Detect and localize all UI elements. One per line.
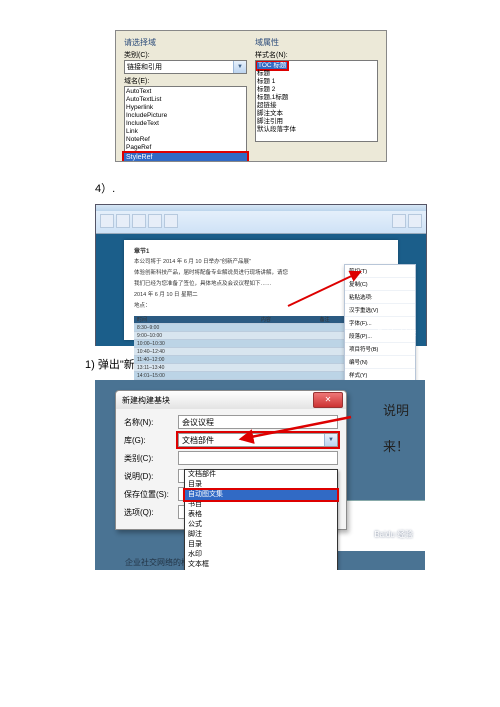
category-label: 类别(C): [124,50,247,60]
category-combo[interactable] [178,451,338,465]
right-panel: 域属性 样式名(N): TOC 标题 标题 标题 1 标题 2 标题,1标题 超… [255,37,378,162]
dropdown-item[interactable]: 表格 [185,510,337,520]
dropdown-item-selected[interactable]: 自动图文集 [185,490,337,500]
menu-item[interactable]: 项目符号(B) [345,343,415,356]
options-label: 选项(Q): [124,507,178,518]
menu-item[interactable]: 剪切(T) [345,265,415,278]
ribbon-icon[interactable] [148,214,162,228]
desc-label: 说明(D): [124,471,178,482]
doc-heading: 章节1 [134,246,388,255]
stylename-label: 样式名(N): [255,50,378,60]
left-panel-title: 请选择域 [124,37,247,48]
schedule-table: 时间内容备注 8:30–9:00 9:00–10:00 10:00–10:30 … [134,316,375,380]
savein-label: 保存位置(S): [124,489,178,500]
side-text-1: 说明 [383,400,423,419]
gallery-combo[interactable]: 文档部件 ▼ [178,433,338,447]
watermark: Baidu 经验 [374,529,413,540]
fieldname-list[interactable]: AutoText AutoTextList Hyperlink IncludeP… [124,86,247,154]
context-menu[interactable]: 剪切(T) 复制(C) 粘贴选项: 汉字重选(V) 字体(F)... 段落(P)… [344,264,416,383]
ribbon-icon[interactable] [116,214,130,228]
gallery-dropdown-list[interactable]: 文档部件 目录 自动图文集 书目 表格 公式 脚注 目录 水印 文本框 页脚（边… [184,469,338,570]
gallery-label: 库(G): [124,435,178,446]
ribbon-icon[interactable] [132,214,146,228]
close-icon[interactable]: ✕ [313,392,343,408]
dropdown-item[interactable]: 文本框 [185,560,337,570]
menu-item[interactable]: 汉字重选(V) [345,304,415,317]
dropdown-item[interactable]: 公式 [185,520,337,530]
menu-item[interactable]: 粘贴选项: [345,291,415,304]
dropdown-item[interactable]: 水印 [185,550,337,560]
ribbon-icon[interactable] [100,214,114,228]
ribbon-icon[interactable] [392,214,406,228]
style-selected[interactable]: TOC 标题 [257,62,287,69]
dropdown-item[interactable]: 目录 [185,540,337,550]
chevron-down-icon[interactable]: ▼ [324,434,337,446]
category-label: 类别(C): [124,453,178,464]
dropdown-item[interactable]: 书目 [185,500,337,510]
dialog-title: 新建构建基块 [122,395,170,406]
dropdown-item[interactable]: 脚注 [185,530,337,540]
right-panel-title: 域属性 [255,37,378,48]
watermark: Baidu 经验 [377,327,416,338]
fieldname-selected[interactable]: StyleRef [124,153,247,162]
category-combo[interactable]: 链接和引用 [124,60,247,74]
stylename-list[interactable]: TOC 标题 标题 标题 1 标题 2 标题,1标题 超链接 脚注文本 脚注引用… [255,60,378,142]
word-window: 章节1 本公司将于 2014 年 6 月 10 日举办"创新产品展" 体验创新科… [95,204,427,346]
ribbon-icon[interactable] [408,214,422,228]
new-building-block-dialog: 新建构建基块 ✕ 名称(N): 会议议程 库(G): 文档部件 ▼ 类别(C): [115,390,347,530]
menu-item[interactable]: 编号(N) [345,356,415,369]
dropdown-item[interactable]: 文档部件 [185,470,337,480]
menu-item[interactable]: 复制(C) [345,278,415,291]
ribbon-icon[interactable] [164,214,178,228]
building-block-screenshot: 说明 来！ 新建构建基块 ✕ 名称(N): 会议议程 库(G): 文档部件 ▼ [95,380,425,570]
name-label: 名称(N): [124,417,178,428]
ribbon [96,205,426,234]
side-text-2: 来！ [383,436,423,455]
left-panel: 请选择域 类别(C): 链接和引用 域名(E): AutoText AutoTe… [124,37,247,162]
insert-field-dialog: 请选择域 类别(C): 链接和引用 域名(E): AutoText AutoTe… [115,30,387,162]
dropdown-item[interactable]: 目录 [185,480,337,490]
name-input[interactable]: 会议议程 [178,415,338,429]
step-4-label: 4）. [95,180,445,196]
fieldname-label: 域名(E): [124,76,247,86]
